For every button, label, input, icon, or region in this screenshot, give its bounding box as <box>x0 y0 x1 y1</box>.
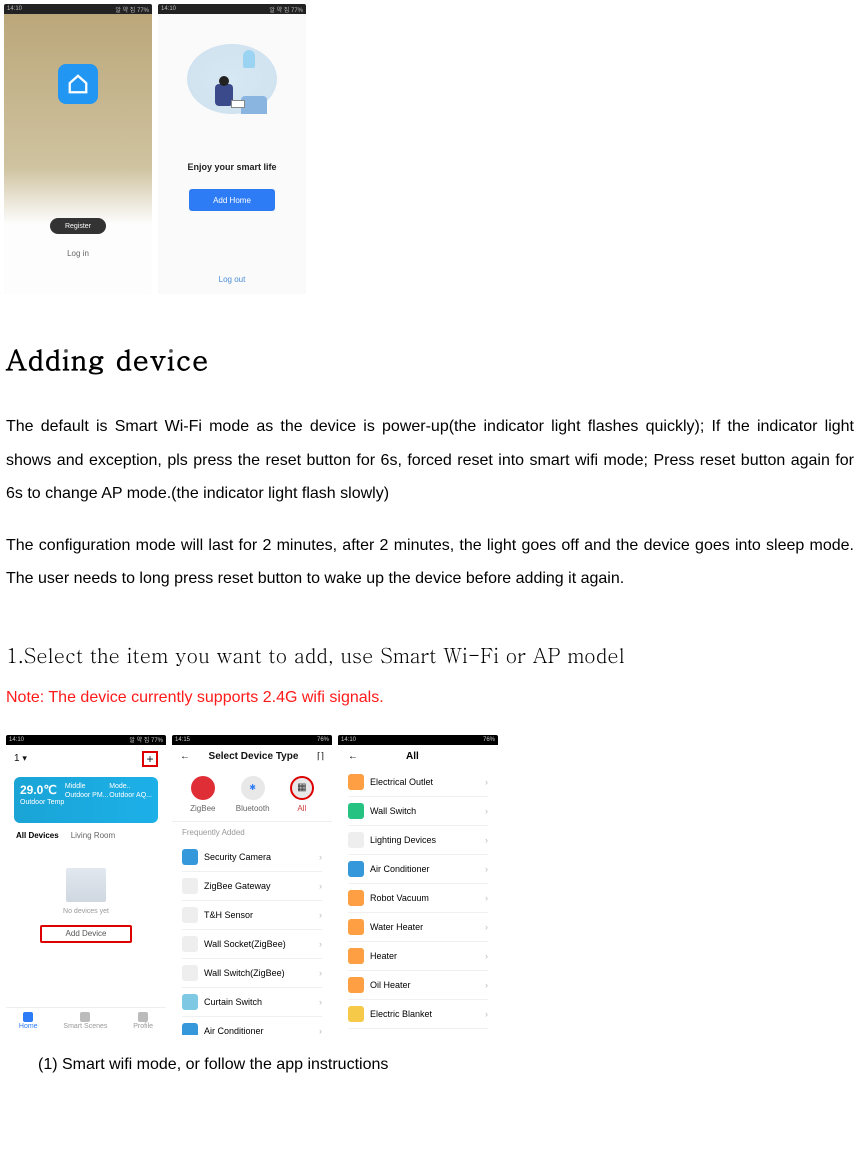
room-tabs: All Devices Living Room <box>6 827 166 844</box>
welcome-illustration <box>187 44 277 114</box>
weather-card: 29.0℃ Outdoor Temp Middle Outdoor PM... Mo… <box>14 777 158 823</box>
cat-bluetooth[interactable]: ✱Bluetooth <box>236 776 270 813</box>
status-batt: 알 약 집 77% <box>269 5 303 14</box>
screenshot-addhome: 14:10 알 약 집 77% Enjoy your smart life Ad… <box>158 4 306 294</box>
add-device-button[interactable]: Add Device <box>40 925 132 943</box>
paragraph-2: The configuration mode will last for 2 m… <box>6 529 854 596</box>
app-logo-icon <box>58 64 98 104</box>
pm-label: Outdoor PM... <box>65 792 109 799</box>
status-time: 14:10 <box>341 737 356 743</box>
list-item[interactable]: Wall Socket(ZigBee)› <box>182 930 322 959</box>
status-bar: 14:15 76% <box>172 735 332 745</box>
list-item[interactable]: Security Camera› <box>182 843 322 872</box>
device-list: Electrical Outlet› Wall Switch› Lighting… <box>338 768 498 1035</box>
list-item[interactable]: T&H Sensor› <box>182 901 322 930</box>
aq-value: Mode.. <box>109 783 152 790</box>
list-item[interactable]: Curtain Switch› <box>182 988 322 1017</box>
tab-living-room[interactable]: Living Room <box>71 831 115 840</box>
step-1-heading: 1.Select the item you want to add, use S… <box>6 640 854 669</box>
list-item[interactable]: Electric Blanket› <box>348 1000 488 1029</box>
list-item[interactable]: Heater› <box>348 942 488 971</box>
status-batt: 76% <box>483 737 495 743</box>
substep-1: (1) Smart wifi mode, or follow the app i… <box>38 1049 860 1081</box>
bottom-nav: Home Smart Scenes Profile <box>6 1007 166 1035</box>
status-batt: 알 약 집 77% <box>129 735 163 744</box>
list-item[interactable]: Air Conditioner› <box>182 1017 322 1035</box>
add-button[interactable]: + <box>142 751 158 767</box>
screenshot-select-type: 14:15 76% ← Select Device Type ⌈⌉ ZigBee… <box>172 735 332 1035</box>
back-button[interactable]: ← <box>348 751 358 762</box>
list-item[interactable]: Oil Heater› <box>348 971 488 1000</box>
list-item[interactable]: Robot Vacuum› <box>348 884 488 913</box>
register-button[interactable]: Register <box>50 218 106 234</box>
nav-profile[interactable]: Profile <box>133 1012 153 1030</box>
empty-box-icon <box>66 868 106 902</box>
cat-all[interactable]: ▦All <box>290 776 314 813</box>
list-item[interactable]: Wall Switch› <box>348 797 488 826</box>
list-item[interactable]: Wall Switch(ZigBee)› <box>182 959 322 988</box>
list-item[interactable]: Water Heater› <box>348 913 488 942</box>
top-screenshots: 14:10 알 약 집 77% Register Log in 14:10 알 … <box>0 0 860 294</box>
welcome-headline: Enjoy your smart life <box>158 162 306 172</box>
status-bar: 14:10 76% <box>338 735 498 745</box>
status-bar: 14:10 알 약 집 77% <box>158 4 306 14</box>
list-item[interactable]: Electrical Outlet› <box>348 768 488 797</box>
device-list: Security Camera› ZigBee Gateway› T&H Sen… <box>172 843 332 1035</box>
note-text: Note: The device currently supports 2.4G… <box>6 689 854 707</box>
add-home-button[interactable]: Add Home <box>189 189 275 211</box>
page-title: All <box>406 751 419 762</box>
screenshot-dashboard: 14:10 알 약 집 77% 1 ▾ + 29.0℃ Outdoor Temp … <box>6 735 166 1035</box>
aq-label: Outdoor AQ... <box>109 792 152 799</box>
screenshot-all-list: 14:10 76% ← All Electrical Outlet› Wall … <box>338 735 498 1035</box>
back-button[interactable]: ← <box>180 751 190 762</box>
status-batt: 76% <box>317 737 329 743</box>
frequently-added-label: Frequently Added <box>172 822 332 843</box>
scan-icon[interactable]: ⌈⌉ <box>317 751 324 762</box>
bottom-screenshots: 14:10 알 약 집 77% 1 ▾ + 29.0℃ Outdoor Temp … <box>6 735 860 1035</box>
status-batt: 알 약 집 77% <box>115 5 149 14</box>
section-heading: Adding device <box>6 338 860 378</box>
status-time: 14:10 <box>161 6 176 12</box>
status-time: 14:15 <box>175 737 190 743</box>
status-bar: 14:10 알 약 집 77% <box>6 735 166 745</box>
list-item[interactable]: Lighting Devices› <box>348 826 488 855</box>
logout-link[interactable]: Log out <box>158 275 306 284</box>
paragraph-1: The default is Smart Wi-Fi mode as the d… <box>6 410 854 511</box>
temp-label: Outdoor Temp <box>20 799 64 806</box>
page-title: Select Device Type <box>209 751 299 762</box>
temp-value: 29.0℃ <box>20 783 64 797</box>
status-time: 14:10 <box>9 737 24 743</box>
home-dropdown[interactable]: 1 ▾ <box>14 753 27 764</box>
login-link[interactable]: Log in <box>67 249 89 258</box>
tab-all-devices[interactable]: All Devices <box>16 831 59 840</box>
nav-scenes[interactable]: Smart Scenes <box>63 1012 107 1030</box>
cat-zigbee[interactable]: ZigBee <box>190 776 215 813</box>
list-item[interactable]: Air Purifier› <box>348 1029 488 1035</box>
status-time: 14:10 <box>7 6 22 12</box>
nav-home[interactable]: Home <box>19 1012 38 1030</box>
category-tabs: ZigBee ✱Bluetooth ▦All <box>172 768 332 822</box>
status-bar: 14:10 알 약 집 77% <box>4 4 152 14</box>
screenshot-register: 14:10 알 약 집 77% Register Log in <box>4 4 152 294</box>
empty-text: No devices yet <box>63 908 109 915</box>
pm-value: Middle <box>65 783 109 790</box>
list-item[interactable]: Air Conditioner› <box>348 855 488 884</box>
list-item[interactable]: ZigBee Gateway› <box>182 872 322 901</box>
